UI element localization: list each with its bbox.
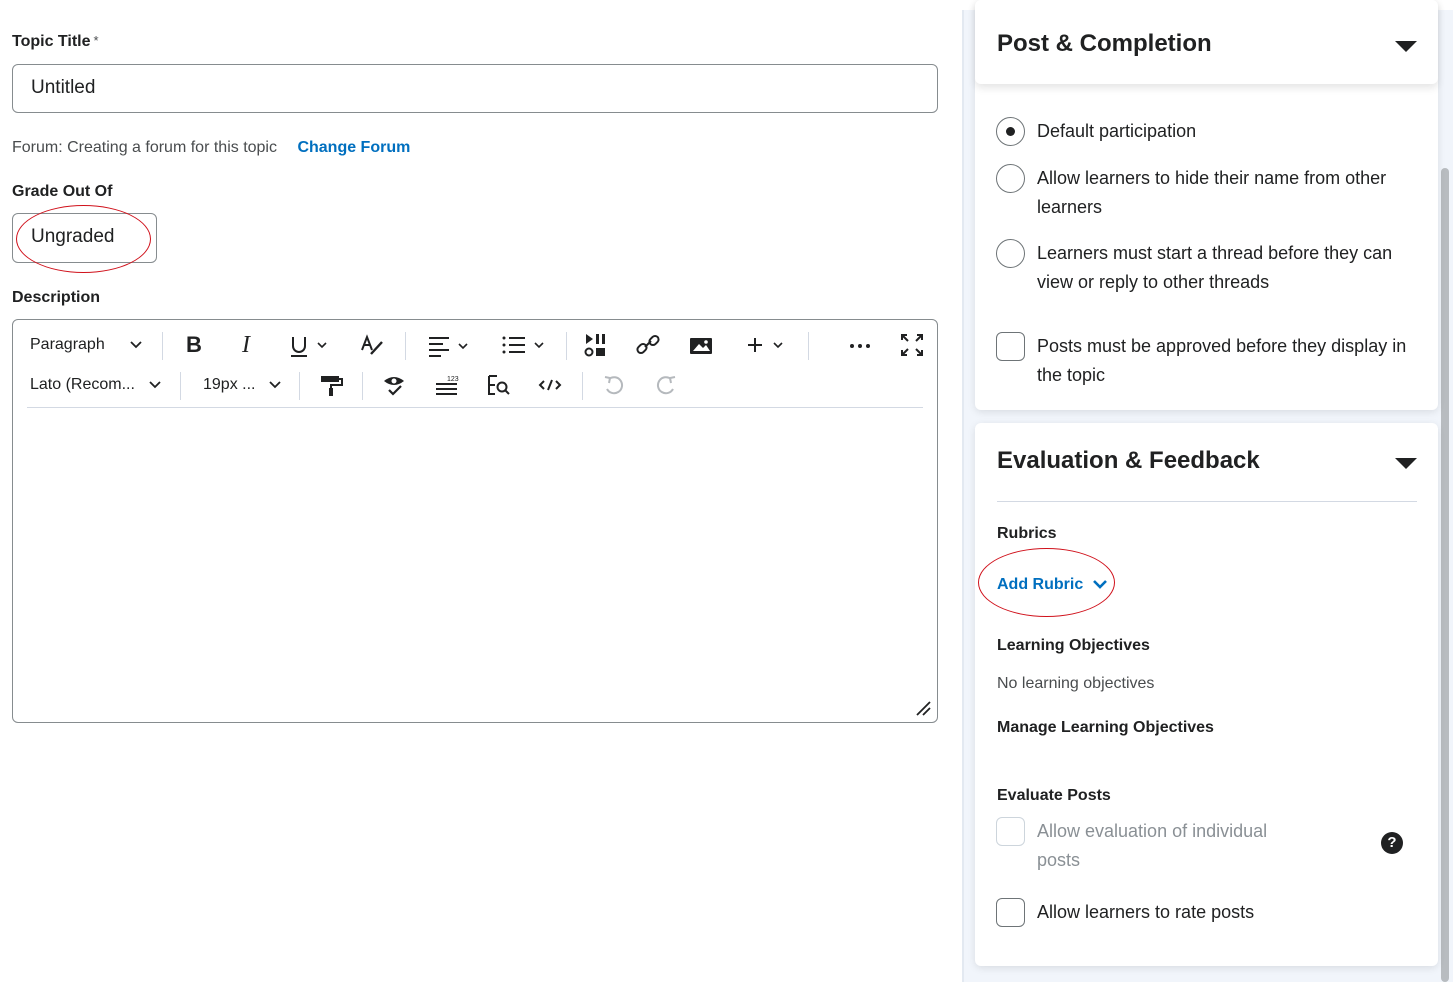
toolbar-divider <box>362 372 363 400</box>
topic-title-input[interactable]: Untitled <box>12 64 938 113</box>
font-size-select[interactable]: 19px ... <box>203 366 287 404</box>
toolbar-divider <box>582 372 583 400</box>
chevron-down-icon <box>149 381 161 389</box>
preview-icon[interactable] <box>483 366 513 404</box>
grade-label: Grade Out Of <box>12 183 113 200</box>
text-color-icon[interactable] <box>357 326 387 364</box>
link-icon[interactable] <box>633 326 663 364</box>
radio-hide-name[interactable] <box>996 164 1025 193</box>
chevron-down-icon <box>1092 580 1107 589</box>
checkbox-posts-approved[interactable] <box>996 332 1025 361</box>
format-painter-icon[interactable] <box>316 366 346 404</box>
option-label: Default participation <box>1037 121 1197 141</box>
undo-icon[interactable] <box>599 366 629 404</box>
underline-icon[interactable] <box>285 326 333 364</box>
option-label: Allow evaluation of individual posts <box>1037 821 1268 870</box>
rubrics-label: Rubrics <box>997 525 1057 542</box>
chevron-down-icon <box>269 381 281 389</box>
toolbar-divider <box>405 332 406 360</box>
option-label: Posts must be approved before they displ… <box>1037 336 1407 385</box>
fullscreen-icon[interactable] <box>897 326 927 364</box>
image-icon[interactable] <box>686 326 716 364</box>
italic-icon[interactable]: I <box>231 326 261 364</box>
block-format-select[interactable]: Paragraph <box>30 326 150 364</box>
forum-text: Forum: Creating a forum for this topic <box>12 139 277 156</box>
svg-text:123: 123 <box>447 376 459 383</box>
main-form: Topic Title * Untitled Forum: Creating a … <box>0 0 960 982</box>
editor-content[interactable] <box>27 415 923 702</box>
description-editor[interactable]: Paragraph B I Lato (Recom... 19px ... 12… <box>12 319 938 723</box>
source-code-icon[interactable] <box>535 366 565 404</box>
media-icon[interactable] <box>581 326 611 364</box>
learning-objectives-label: Learning Objectives <box>997 637 1150 654</box>
add-rubric-button[interactable]: Add Rubric <box>997 576 1108 594</box>
list-icon[interactable] <box>497 326 551 364</box>
word-count-icon[interactable]: 123 <box>431 366 461 404</box>
section-divider <box>997 501 1417 502</box>
manage-objectives-link[interactable]: Manage Learning Objectives <box>997 719 1214 737</box>
forum-row: Forum: Creating a forum for this topic C… <box>12 139 410 157</box>
sidebar-border <box>962 10 964 982</box>
font-family-select[interactable]: Lato (Recom... <box>30 366 165 404</box>
caret-down-icon[interactable] <box>1395 41 1417 52</box>
post-completion-title: Post & Completion <box>997 30 1212 57</box>
checkbox-allow-evaluation[interactable] <box>996 817 1025 846</box>
scrollbar[interactable] <box>1441 168 1449 982</box>
spellcheck-icon[interactable] <box>379 366 409 404</box>
toolbar-divider <box>162 332 163 360</box>
topic-title-label: Topic Title * <box>12 33 99 50</box>
toolbar-divider-line <box>27 407 923 408</box>
caret-down-icon[interactable] <box>1395 458 1417 469</box>
toolbar-divider <box>566 332 567 360</box>
evaluate-posts-label: Evaluate Posts <box>997 787 1111 804</box>
redo-icon[interactable] <box>651 366 681 404</box>
no-objectives-text: No learning objectives <box>997 675 1155 692</box>
radio-default-participation[interactable] <box>996 117 1025 146</box>
evaluation-feedback-card <box>975 423 1438 966</box>
more-icon[interactable] <box>845 326 875 364</box>
resize-handle-icon[interactable] <box>913 698 931 716</box>
editor-toolbar-row-1: Paragraph B I <box>13 326 937 364</box>
evaluation-feedback-title: Evaluation & Feedback <box>997 447 1260 474</box>
grade-out-of-input[interactable]: Ungraded <box>12 213 157 263</box>
chevron-down-icon <box>130 341 142 349</box>
option-label: Allow learners to rate posts <box>1037 902 1255 922</box>
required-mark: * <box>93 33 99 48</box>
help-icon[interactable]: ? <box>1381 832 1403 854</box>
toolbar-divider <box>180 372 181 400</box>
radio-start-thread[interactable] <box>996 239 1025 268</box>
change-forum-link[interactable]: Change Forum <box>297 139 410 156</box>
option-label: Allow learners to hide their name from o… <box>1037 168 1387 217</box>
checkbox-allow-rating[interactable] <box>996 898 1025 927</box>
bold-icon[interactable]: B <box>179 326 209 364</box>
editor-toolbar-row-2: Lato (Recom... 19px ... 123 <box>13 366 937 404</box>
description-label: Description <box>12 289 101 306</box>
align-icon[interactable] <box>423 326 473 364</box>
toolbar-divider <box>808 332 809 360</box>
option-label: Learners must start a thread before they… <box>1037 243 1393 292</box>
insert-icon[interactable] <box>741 326 793 364</box>
toolbar-divider <box>299 372 300 400</box>
